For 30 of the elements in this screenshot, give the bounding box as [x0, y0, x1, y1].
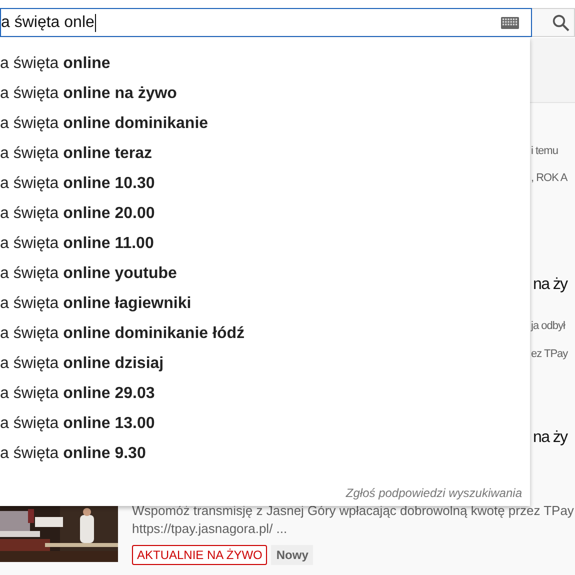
result-meta: ja odbył	[530, 319, 566, 334]
suggestion-item[interactable]: a święta online 20.00	[0, 199, 530, 229]
suggestion-item[interactable]: a święta online 10.30	[0, 169, 530, 199]
result-meta: , ROK A	[530, 171, 568, 186]
suggestion-item[interactable]: a święta online teraz	[0, 139, 530, 169]
suggestion-item[interactable]: a święta online 13.00	[0, 409, 530, 439]
suggestion-item[interactable]: a święta online	[0, 49, 530, 79]
result-meta: i temu	[530, 144, 559, 159]
suggestion-item[interactable]: a święta online dominikanie łódź	[0, 319, 530, 349]
live-badge: AKTUALNIE NA ŻYWO	[132, 545, 268, 565]
suggestion-item[interactable]: a święta online na żywo	[0, 79, 530, 109]
suggestion-item[interactable]: a święta online 29.03	[0, 379, 530, 409]
suggestion-item[interactable]: a święta online youtube	[0, 259, 530, 289]
keyboard-icon[interactable]	[501, 16, 519, 28]
suggestion-item[interactable]: a święta online 11.00	[0, 229, 530, 259]
search-icon	[552, 14, 570, 32]
result-title[interactable]: na ży	[530, 426, 575, 450]
suggestion-item[interactable]: a święta online łagiewniki	[0, 289, 530, 319]
result-meta: ez TPay	[530, 347, 569, 362]
search-field[interactable]: a święta onle	[0, 8, 532, 37]
suggestion-item[interactable]: a święta online dominikanie	[0, 109, 530, 139]
video-description: Wspomóż transmisję z Jasnej Góry wpłacając dobrowolną kwotę przez TPay	[132, 503, 574, 519]
suggestion-item[interactable]: a święta online 9.30	[0, 439, 530, 469]
video-link[interactable]: https://tpay.jasnagora.pl/ ...	[132, 521, 574, 537]
search-query: a święta onle	[1, 14, 94, 32]
result-title[interactable]: na ży	[530, 273, 575, 297]
report-suggestions-link[interactable]: Zgłoś podpowiedzi wyszukiwania	[346, 486, 522, 500]
suggestion-item[interactable]: a święta online dzisiaj	[0, 349, 530, 379]
search-button[interactable]	[532, 8, 575, 37]
new-badge: Nowy	[271, 545, 314, 565]
